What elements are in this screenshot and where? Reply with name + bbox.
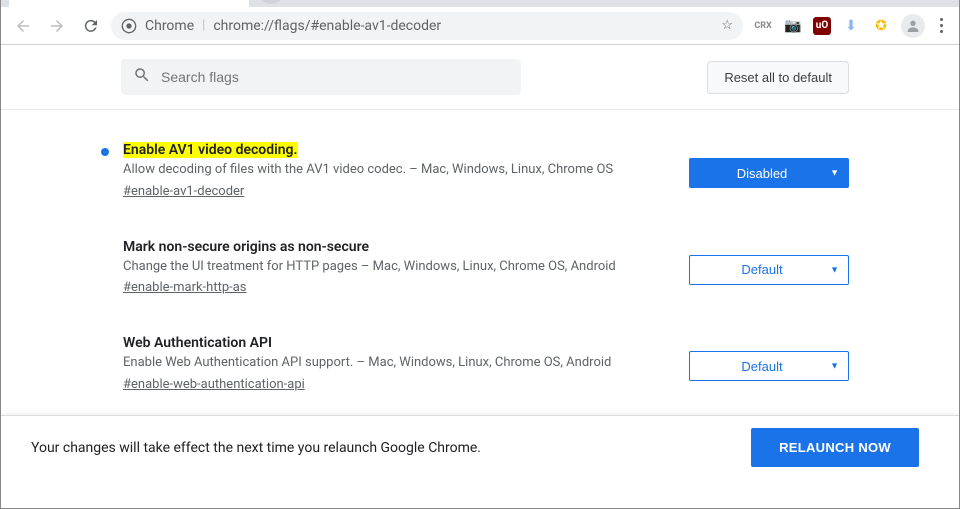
relaunch-message: Your changes will take effect the next t… [31, 440, 751, 456]
chrome-icon [121, 18, 137, 34]
flag-control: Default [689, 239, 849, 296]
relaunch-bar: Your changes will take effect the next t… [1, 415, 959, 479]
flag-body: Mark non-secure origins as non-secure Cha… [123, 239, 675, 296]
flag-row: Mark non-secure origins as non-secure Cha… [101, 227, 849, 324]
flag-title: Web Authentication API [123, 335, 272, 351]
search-flags-box[interactable] [121, 59, 521, 95]
relaunch-button[interactable]: RELAUNCH NOW [751, 428, 919, 467]
window-maximize-button[interactable]: ☐ [867, 0, 913, 1]
search-input[interactable] [161, 69, 509, 85]
bookmark-star-icon[interactable]: ☆ [721, 18, 733, 33]
flag-description: Change the UI treatment for HTTP pages –… [123, 257, 675, 277]
tab-strip: chrome://flags/#enable-av1-dec ✕ + ─ ☐ ✕ [1, 0, 959, 7]
modified-indicator [101, 142, 109, 199]
flag-title: Enable AV1 video decoding. [123, 142, 298, 158]
profile-avatar[interactable] [901, 14, 925, 38]
flag-title: Mark non-secure origins as non-secure [123, 239, 369, 255]
flag-select[interactable]: Default [689, 255, 849, 285]
flag-body: Web Authentication API Enable Web Authent… [123, 335, 675, 392]
search-icon [133, 66, 151, 88]
flag-description: Allow decoding of files with the AV1 vid… [123, 160, 675, 180]
omnibox-separator: | [202, 18, 205, 33]
flag-control: Default [689, 335, 849, 392]
flag-row: Web Authentication API Enable Web Authent… [101, 323, 849, 420]
forward-button[interactable] [43, 12, 71, 40]
flag-anchor-link[interactable]: #enable-web-authentication-api [123, 377, 305, 392]
reload-button[interactable] [77, 12, 105, 40]
flag-anchor-link[interactable]: #enable-mark-http-as [123, 280, 247, 295]
back-button[interactable] [9, 12, 37, 40]
reset-all-button[interactable]: Reset all to default [707, 61, 849, 94]
extension-camera-icon[interactable]: 📷 [783, 16, 803, 36]
flag-anchor-link[interactable]: #enable-av1-decoder [123, 184, 244, 199]
extension-badge-icon[interactable]: ✪ [871, 16, 891, 36]
extension-crx-icon[interactable]: CRX [753, 16, 773, 36]
extension-ublock-icon[interactable]: uO [813, 17, 831, 35]
new-tab-button[interactable]: + [257, 0, 285, 4]
window-minimize-button[interactable]: ─ [821, 0, 867, 1]
flag-control: Disabled [689, 142, 849, 199]
flag-select[interactable]: Disabled [689, 158, 849, 188]
modified-indicator [101, 239, 109, 296]
address-bar[interactable]: Chrome | chrome://flags/#enable-av1-deco… [111, 12, 743, 40]
modified-indicator [101, 335, 109, 392]
flag-select[interactable]: Default [689, 351, 849, 381]
flag-body: Enable AV1 video decoding. Allow decoding… [123, 142, 675, 199]
chrome-menu-button[interactable] [931, 18, 951, 33]
omnibox-url: chrome://flags/#enable-av1-decoder [213, 18, 713, 34]
page-content: Reset all to default Enable AV1 video de… [1, 45, 959, 479]
extension-download-icon[interactable]: ⬇ [841, 16, 861, 36]
browser-tab[interactable]: chrome://flags/#enable-av1-dec ✕ [9, 0, 249, 7]
omnibox-scheme-label: Chrome [145, 18, 194, 34]
extension-icons: CRX 📷 uO ⬇ ✪ [749, 16, 895, 36]
flag-row: Enable AV1 video decoding. Allow decoding… [101, 130, 849, 227]
flag-description: Enable Web Authentication API support. –… [123, 353, 675, 373]
browser-toolbar: Chrome | chrome://flags/#enable-av1-deco… [1, 7, 959, 45]
window-close-button[interactable]: ✕ [913, 0, 959, 1]
